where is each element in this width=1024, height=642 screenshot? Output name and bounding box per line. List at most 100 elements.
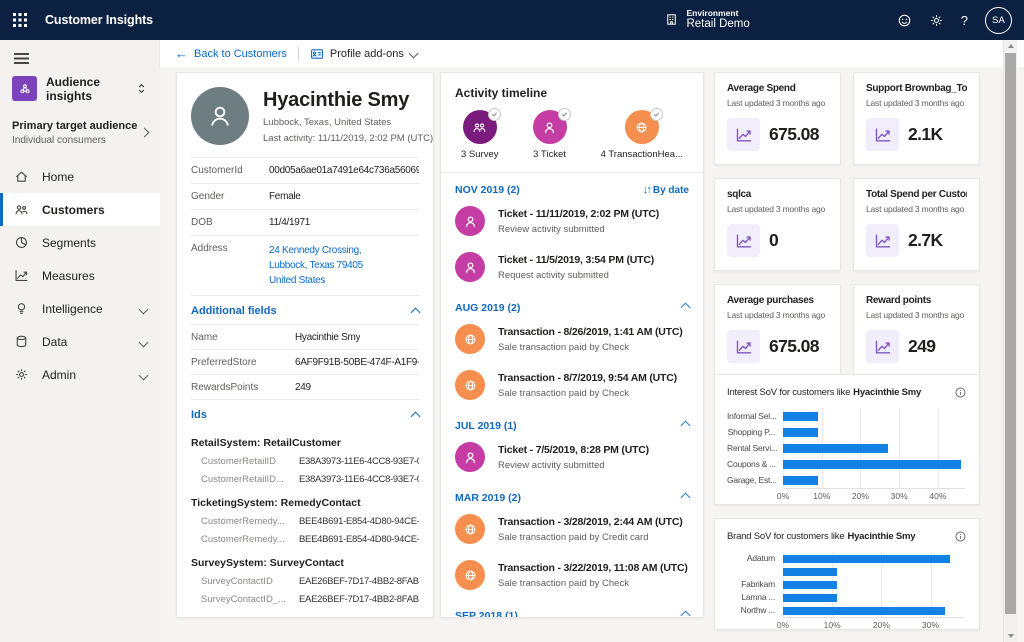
environment-picker[interactable]: Environment Retail Demo xyxy=(664,9,749,32)
sidebar-item-home[interactable]: Home xyxy=(0,160,160,193)
id-group: RetailSystem: RetailCustomerCustomerReta… xyxy=(191,428,419,488)
app-title: Customer Insights xyxy=(45,13,153,27)
field-label: Gender xyxy=(191,191,269,202)
activity-filter-ticket[interactable]: 3 Ticket xyxy=(533,110,567,160)
activity-filter-survey[interactable]: 3 Survey xyxy=(461,110,499,160)
profile-addons-button[interactable]: Profile add-ons xyxy=(310,47,417,61)
home-icon xyxy=(13,169,29,184)
chart-category-label: Rental Servi... xyxy=(727,440,775,456)
field-label: CustomerId xyxy=(191,165,269,176)
kpi-card-average-purchases[interactable]: Average purchasesLast updated 3 months a… xyxy=(714,284,841,377)
additional-fields-header[interactable]: Additional fields xyxy=(191,295,419,324)
sidebar-item-data[interactable]: Data xyxy=(0,325,160,358)
kpi-card-sqlca[interactable]: sqlcaLast updated 3 months ago0 xyxy=(714,178,841,271)
field-value: Hyacinthie Smy xyxy=(295,332,360,343)
address-link[interactable]: 24 Kennedy Crossing, Lubbock, Texas 7940… xyxy=(269,243,363,288)
info-icon[interactable] xyxy=(954,386,967,399)
timeline-month-header[interactable]: JUL 2019 (1) xyxy=(455,419,689,432)
chart-bar xyxy=(783,581,837,589)
id-label: CustomerRetailID xyxy=(191,455,299,468)
settings-gear-icon[interactable] xyxy=(929,13,944,28)
timeline-entry[interactable]: Ticket - 11/11/2019, 2:02 PM (UTC)Review… xyxy=(455,198,689,244)
top-app-bar: Customer Insights Environment Retail Dem… xyxy=(0,0,1024,40)
sidebar-item-segments[interactable]: Segments xyxy=(0,226,160,259)
id-label: SurveyContactID xyxy=(191,575,299,588)
chart-bar xyxy=(783,607,945,615)
entry-title: Transaction - 8/7/2019, 9:54 AM (UTC) xyxy=(498,372,677,384)
timeline-month-header[interactable]: SEP 2018 (1) xyxy=(455,609,689,618)
kpi-card-reward-points[interactable]: Reward pointsLast updated 3 months ago24… xyxy=(853,284,980,377)
chevron-down-icon xyxy=(140,302,147,316)
timeline-entry[interactable]: Ticket - 11/5/2019, 3:54 PM (UTC) Request… xyxy=(455,244,689,290)
product-switcher[interactable]: Audience insights xyxy=(0,75,160,103)
timeline-entry[interactable]: Transaction - 8/7/2019, 9:54 AM (UTC)Sal… xyxy=(455,362,689,408)
timeline-month-header[interactable]: MAR 2019 (2) xyxy=(455,491,689,504)
sidebar-item-measures[interactable]: Measures xyxy=(0,259,160,292)
info-icon[interactable] xyxy=(954,530,967,543)
chevron-down-icon xyxy=(410,48,417,60)
audience-selector[interactable]: Primary target audience Individual consu… xyxy=(0,119,160,146)
chart-bar xyxy=(783,428,818,437)
kpi-card-support-brownbag-total[interactable]: Support Brownbag_Total...Last updated 3 … xyxy=(853,72,980,165)
app-launcher-waffle-icon[interactable] xyxy=(13,13,27,27)
entry-subtitle: Request activity submitted xyxy=(498,270,654,281)
left-sidebar: Audience insights Primary target audienc… xyxy=(0,40,160,642)
chart-bar xyxy=(783,444,888,453)
line-chart-icon xyxy=(866,224,899,257)
chart-category-label: Fabrikam xyxy=(727,578,775,591)
kpi-card-average-spend[interactable]: Average SpendLast updated 3 months ago67… xyxy=(714,72,841,165)
back-arrow-icon: ← xyxy=(175,47,188,60)
user-avatar[interactable]: SA xyxy=(985,7,1012,34)
kpi-title: Average Spend xyxy=(727,83,828,94)
id-group-title: RetailSystem: Contacts xyxy=(191,613,419,618)
kpi-updated: Last updated 3 months ago xyxy=(866,204,967,214)
chevron-down-icon xyxy=(140,368,147,382)
main-content: Hyacinthie Smy Lubbock, Texas, United St… xyxy=(160,67,1024,642)
month-label: NOV 2019 (2) xyxy=(455,184,520,196)
scroll-down-arrow-icon[interactable] xyxy=(1004,630,1017,642)
entry-subtitle: Review activity submitted xyxy=(498,224,659,235)
feedback-smiley-icon[interactable] xyxy=(897,13,912,28)
scroll-up-arrow-icon[interactable] xyxy=(1004,40,1017,52)
id-row: CustomerRetailIDE38A3973-11E6-4CC8-93E7-… xyxy=(191,452,419,470)
help-icon[interactable]: ? xyxy=(961,13,968,28)
sidebar-item-intelligence[interactable]: Intelligence xyxy=(0,292,160,325)
customers-icon xyxy=(13,202,29,217)
id-row: SurveyContactID_...EAE26BEF-7D17-4BB2-8F… xyxy=(191,590,419,608)
entry-title: Ticket - 11/5/2019, 3:54 PM (UTC) xyxy=(498,254,654,266)
hamburger-menu-icon[interactable] xyxy=(14,53,29,55)
id-label: CustomerRetailID... xyxy=(191,473,299,486)
sort-by-date-button[interactable]: ↓↑By date xyxy=(643,184,689,196)
timeline-month-header[interactable]: AUG 2019 (2) xyxy=(455,301,689,314)
kpi-title: Total Spend per Customer xyxy=(866,189,967,200)
activity-filter-transaction[interactable]: 4 TransactionHea... xyxy=(601,110,683,160)
sidebar-item-admin[interactable]: Admin xyxy=(0,358,160,391)
back-to-customers-link[interactable]: ← Back to Customers xyxy=(175,47,287,60)
id-group: RetailSystem: ContactsCustomerRetailIDE3… xyxy=(191,608,419,618)
id-value: EAE26BEF-7D17-4BB2-8FAB-49036... xyxy=(299,593,419,606)
profile-field-row: CustomerId00d05a6ae01a7491e64c736a56069c… xyxy=(191,157,419,183)
chart-axis-tick: 10% xyxy=(813,491,830,501)
kpi-card-total-spend-per-customer[interactable]: Total Spend per Customer Last updated 3 m… xyxy=(853,178,980,271)
timeline-entry[interactable]: Transaction - 8/26/2019, 1:41 AM (UTC)Sa… xyxy=(455,316,689,362)
timeline-entry[interactable]: Ticket - 7/5/2019, 8:28 PM (UTC)Review a… xyxy=(455,434,689,480)
field-value: 6AF9F91B-50BE-474F-A1F9-76A62... xyxy=(295,357,419,368)
chart-category-label: Lamna ... xyxy=(727,591,775,604)
timeline-month-header[interactable]: NOV 2019 (2) ↓↑By date xyxy=(455,184,689,196)
chart-category-label: Coupons & ... xyxy=(727,456,775,472)
kpi-updated: Last updated 3 months ago xyxy=(727,310,828,320)
line-chart-icon xyxy=(727,224,760,257)
kpi-updated: Last updated 3 months ago xyxy=(866,98,967,108)
timeline-entry[interactable]: Transaction - 3/28/2019, 2:44 AM (UTC)Sa… xyxy=(455,506,689,552)
sort-arrows-icon: ↓↑ xyxy=(643,184,650,196)
vertical-scrollbar[interactable] xyxy=(1003,40,1017,642)
chart-axis-tick: 30% xyxy=(922,620,939,630)
back-label: Back to Customers xyxy=(194,48,287,60)
chevron-up-icon xyxy=(682,491,689,504)
ids-header[interactable]: Ids xyxy=(191,399,419,428)
interest-chart-title-name: Hyacinthie Smy xyxy=(853,387,921,398)
timeline-entry[interactable]: Transaction - 3/22/2019, 11:08 AM (UTC)S… xyxy=(455,552,689,598)
sidebar-item-customers[interactable]: Customers xyxy=(0,193,160,226)
check-badge-icon xyxy=(558,108,571,121)
scrollbar-thumb[interactable] xyxy=(1005,53,1016,614)
